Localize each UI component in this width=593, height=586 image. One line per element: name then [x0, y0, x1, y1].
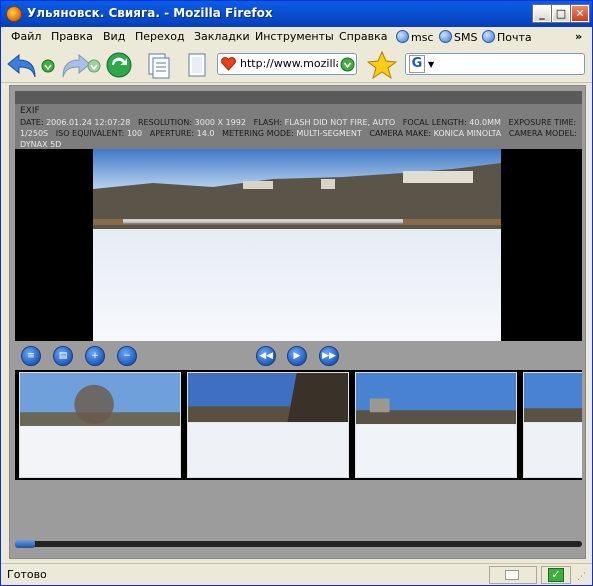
resize-grip-icon[interactable]: ⋰	[577, 572, 586, 582]
save-icon[interactable]: ▤	[53, 346, 73, 366]
exif-title: EXIF	[20, 106, 40, 116]
forward-button[interactable]	[57, 50, 101, 80]
maximize-button[interactable]: □	[551, 4, 571, 23]
viewer-controls: ≡ ▤ + − ◀◀ ▶ ▶▶	[15, 344, 582, 370]
exif-key: DATE:	[20, 118, 44, 127]
minimize-button[interactable]: _	[532, 4, 552, 23]
globe-icon	[482, 30, 495, 43]
zoom-in-button[interactable]: +	[85, 346, 105, 366]
exif-value: 100	[126, 129, 143, 138]
bookmark-msc-label: msc	[411, 31, 434, 44]
close-button[interactable]: ✕	[570, 4, 590, 23]
exif-key: FLASH:	[253, 118, 283, 127]
menu-help[interactable]: Справка	[339, 30, 387, 43]
thumbnail[interactable]	[523, 372, 582, 478]
exif-value: 2006.01.24 12:07:28	[46, 118, 131, 127]
exif-key: METERING MODE:	[222, 129, 294, 138]
menu-view[interactable]: Вид	[103, 30, 125, 43]
exif-value: DYNAX 5D	[20, 140, 62, 149]
exif-key: CAMERA MAKE:	[369, 129, 432, 138]
previous-button[interactable]: ◀◀	[256, 346, 276, 366]
exif-value: KONICA MINOLTA	[433, 129, 502, 138]
menu-bar: Файл Правка Вид Переход Закладки Инструм…	[1, 27, 592, 47]
title-bar: Ульяновск. Свияга. - Mozilla Firefox _ □…	[1, 1, 592, 27]
bookmark-sms[interactable]: SMS	[439, 30, 477, 44]
url-bar[interactable]: http://www.mozilla.o	[217, 53, 357, 75]
page-icon[interactable]	[183, 50, 211, 80]
exif-value: 40.0MM	[469, 118, 501, 127]
menu-file[interactable]: Файл	[11, 30, 41, 43]
check-icon[interactable]: ✓	[548, 568, 564, 582]
thumbnail-strip	[15, 370, 582, 480]
main-photo[interactable]	[93, 149, 501, 341]
exif-value: FLASH DID NOT FIRE, AUTO	[284, 118, 396, 127]
back-button[interactable]	[5, 50, 55, 80]
scrollbar-thumb[interactable]	[15, 540, 35, 548]
bookmarks-overflow-button[interactable]: »	[575, 30, 582, 43]
thumbnail[interactable]	[187, 372, 349, 478]
popup-blocker-icon[interactable]	[505, 570, 519, 580]
exif-value: MULTI-SEGMENT	[296, 129, 362, 138]
next-button[interactable]: ▶▶	[319, 346, 339, 366]
globe-icon	[439, 30, 452, 43]
reload-icon[interactable]	[103, 50, 135, 80]
url-text: http://www.mozilla.o	[240, 57, 338, 70]
photo-viewer: EXIF DATE: 2006.01.24 12:07:28 RESOLUTIO…	[15, 91, 582, 341]
zoom-out-button[interactable]: −	[117, 346, 137, 366]
exif-key: APERTURE:	[149, 129, 195, 138]
list-view-button[interactable]: ≡	[21, 346, 41, 366]
browser-window: Ульяновск. Свияга. - Mozilla Firefox _ □…	[0, 0, 593, 586]
go-icon[interactable]	[340, 57, 355, 72]
thumbnail[interactable]	[19, 372, 181, 478]
heart-icon	[221, 57, 236, 71]
chevron-down-icon[interactable]: ▼	[428, 60, 434, 69]
bookmark-sms-label: SMS	[454, 31, 478, 44]
bookmark-mail[interactable]: Почта	[482, 30, 532, 44]
thumbnail[interactable]	[355, 372, 517, 478]
bookmark-msc[interactable]: msc	[396, 30, 434, 44]
menu-tools[interactable]: Инструменты	[255, 30, 334, 43]
exif-key: RESOLUTION:	[137, 118, 193, 127]
status-bar: Готово ✓ ⋰	[1, 563, 592, 585]
page-content: EXIF DATE: 2006.01.24 12:07:28 RESOLUTIO…	[9, 85, 586, 559]
thumbnail-scrollbar[interactable]	[15, 540, 582, 548]
window-title: Ульяновск. Свияга. - Mozilla Firefox	[27, 6, 273, 20]
exif-value: 1/250S	[20, 129, 49, 138]
exif-key: ISO EQUIVALENT:	[55, 129, 125, 138]
menu-bookmarks[interactable]: Закладки	[194, 30, 250, 43]
firefox-icon	[6, 6, 22, 22]
viewer-header-bar	[15, 91, 582, 104]
google-icon[interactable]: G	[409, 55, 425, 73]
status-panel: ✓	[541, 566, 571, 584]
search-box[interactable]: G ▼	[405, 53, 585, 75]
bookmark-mail-label: Почта	[497, 31, 532, 44]
exif-value: 14.0	[196, 129, 215, 138]
exif-key: CAMERA MODEL:	[508, 129, 577, 138]
globe-icon	[396, 30, 409, 43]
exif-value: 3000 X 1992	[194, 118, 246, 127]
status-text: Готово	[7, 568, 47, 581]
exif-key: EXPOSURE TIME:	[508, 118, 577, 127]
play-button[interactable]: ▶	[287, 346, 307, 366]
menu-edit[interactable]: Правка	[51, 30, 93, 43]
status-panel	[489, 566, 537, 584]
exif-details: DATE: 2006.01.24 12:07:28 RESOLUTION: 30…	[20, 117, 577, 150]
menu-go[interactable]: Переход	[135, 30, 185, 43]
exif-key: FOCAL LENGTH:	[402, 118, 467, 127]
navigation-toolbar: http://www.mozilla.o G ▼	[1, 47, 592, 83]
exif-panel: EXIF DATE: 2006.01.24 12:07:28 RESOLUTIO…	[15, 104, 582, 149]
star-icon[interactable]	[365, 50, 399, 80]
copy-page-icon[interactable]	[143, 50, 175, 80]
